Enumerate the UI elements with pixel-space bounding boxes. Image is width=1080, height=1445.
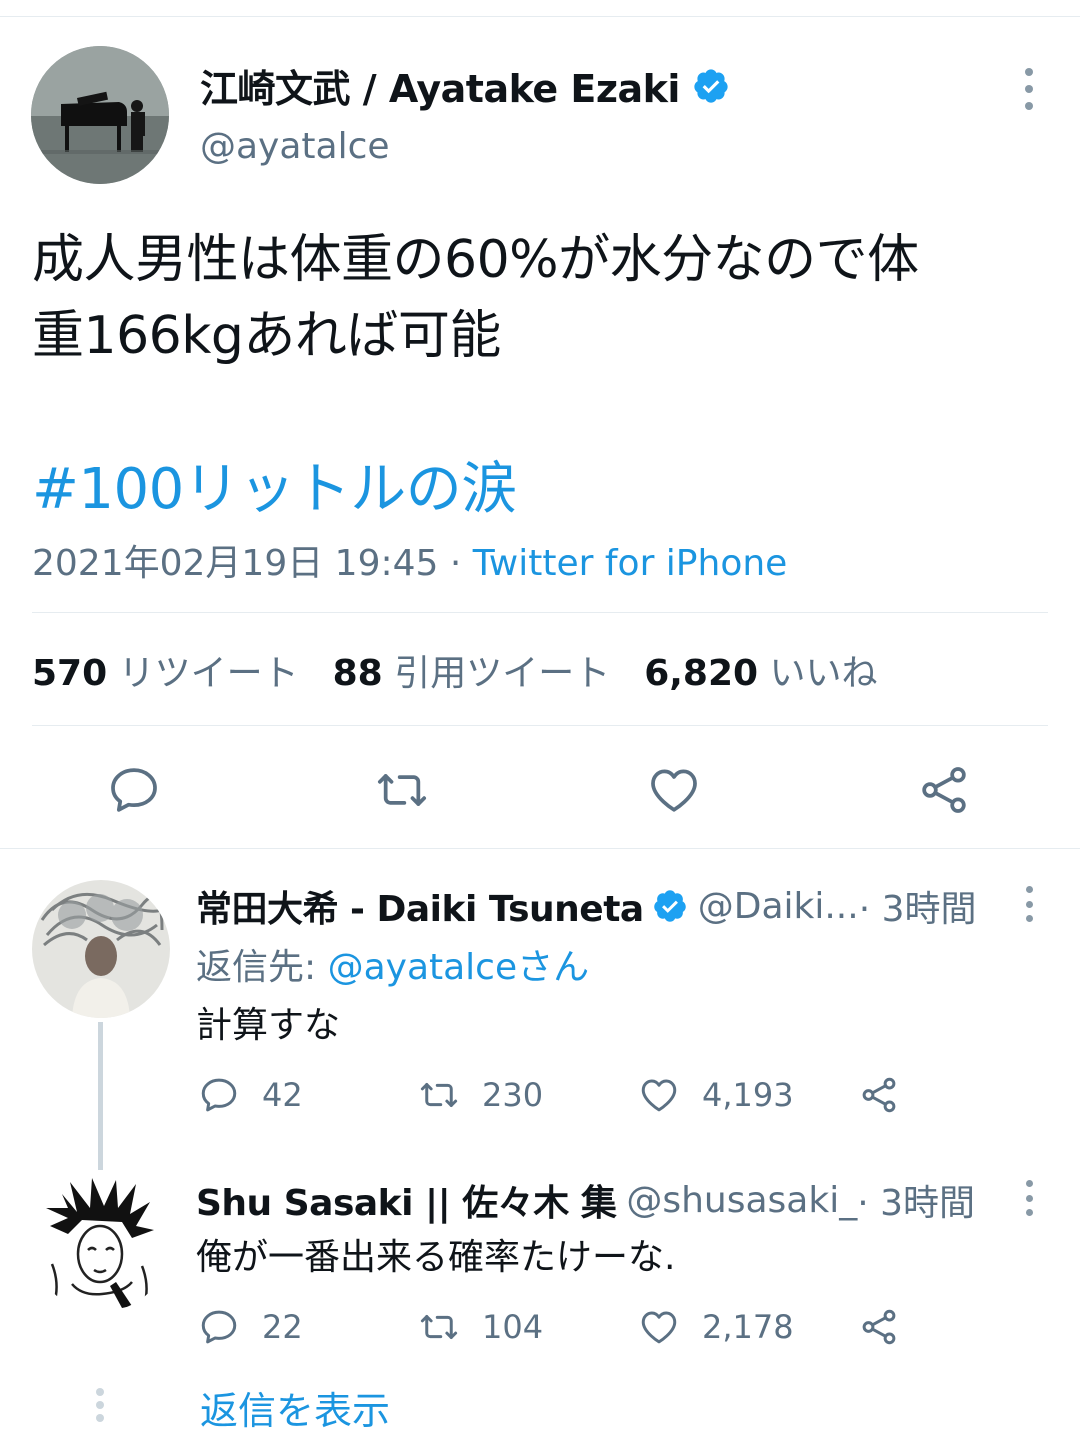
more-options-icon[interactable] [1014, 1178, 1044, 1218]
retweet-count: 230 [482, 1076, 544, 1114]
author-avatar[interactable] [31, 46, 169, 184]
divider [32, 725, 1048, 726]
reply-to-prefix: 返信先: [196, 947, 328, 988]
reply-action[interactable]: 42 [198, 1074, 303, 1116]
tweet-text: 成人男性は体重の60%が水分なので体 重166kgあれば可能 [32, 222, 1052, 374]
reply-icon [201, 1310, 237, 1344]
likes-stat[interactable]: 6,820 いいね [644, 644, 877, 696]
author-name-text[interactable]: 江崎文武 / Ayatake Ezaki [200, 58, 680, 113]
retweet-icon [420, 1315, 458, 1339]
retweet-icon[interactable] [374, 762, 430, 818]
show-replies-link[interactable]: 返信を表示 [200, 1380, 390, 1435]
reply-icon [201, 1078, 237, 1112]
share-action[interactable] [858, 1306, 922, 1348]
tweet-text-line: 重166kgあれば可能 [32, 306, 501, 366]
reply-count: 22 [262, 1308, 303, 1346]
tweet-source-link[interactable]: Twitter for iPhone [473, 543, 788, 584]
reply-text: 俺が一番出来る確率たけーな. [196, 1237, 676, 1278]
reply-header: 常田大希 - Daiki Tsuneta @Daiki... · 3時間 [196, 880, 976, 932]
hashtag-link[interactable]: #100リットルの涙 [32, 444, 517, 525]
reply-icon[interactable] [106, 762, 162, 818]
reply-text: 計算すな [196, 1005, 341, 1046]
quotes-stat[interactable]: 88 引用ツイート [333, 644, 611, 696]
verified-badge-icon [652, 888, 688, 924]
thread-line [98, 1022, 103, 1170]
top-divider [0, 16, 1080, 17]
thread-continuation-dots [95, 1388, 105, 1422]
like-count: 2,178 [702, 1308, 794, 1346]
tweet-meta: 2021年02月19日 19:45 · Twitter for iPhone [32, 534, 787, 586]
reply-count: 42 [262, 1076, 303, 1114]
tweet-text-line: 成人男性は体重の60%が水分なので体 [32, 230, 919, 290]
reply-header: Shu Sasaki || 佐々木 集 @shusasaki_ · 3時間 [196, 1174, 975, 1226]
retweets-stat[interactable]: 570 リツイート [32, 644, 299, 696]
more-options-icon[interactable] [1014, 884, 1044, 924]
like-icon[interactable] [646, 762, 702, 818]
reply-to: 返信先: @ayatalceさん [196, 938, 589, 990]
reply-avatar[interactable] [32, 880, 170, 1018]
like-icon [641, 1079, 677, 1112]
reply-author-name[interactable]: Shu Sasaki || 佐々木 集 [196, 1174, 617, 1226]
reply-time: · 3時間 [857, 1183, 976, 1224]
like-action[interactable]: 2,178 [638, 1306, 794, 1348]
share-icon[interactable] [916, 762, 972, 818]
reply-author-handle[interactable]: @Daiki... [698, 886, 859, 927]
tweet-stats: 570 リツイート 88 引用ツイート 6,820 いいね [32, 644, 878, 696]
more-options-icon[interactable] [1012, 64, 1046, 114]
retweet-action[interactable]: 230 [418, 1074, 543, 1116]
verified-badge-icon [692, 67, 730, 105]
share-icon [862, 1309, 896, 1345]
retweet-icon [420, 1083, 458, 1107]
like-count: 4,193 [702, 1076, 794, 1114]
share-icon [862, 1077, 896, 1113]
share-action[interactable] [858, 1074, 922, 1116]
retweet-action[interactable]: 104 [418, 1306, 543, 1348]
retweet-count: 104 [482, 1308, 544, 1346]
reply-to-handle-link[interactable]: @ayatalceさん [328, 947, 590, 988]
reply-time: · 3時間 [858, 889, 977, 930]
author-name[interactable]: 江崎文武 / Ayatake Ezaki [200, 58, 730, 113]
reply-author-handle[interactable]: @shusasaki_ [626, 1180, 857, 1221]
reply-action[interactable]: 22 [198, 1306, 303, 1348]
divider [0, 848, 1080, 849]
divider [32, 612, 1048, 613]
tweet-timestamp[interactable]: 2021年02月19日 19:45 · [32, 543, 473, 584]
like-action[interactable]: 4,193 [638, 1074, 794, 1116]
author-handle[interactable]: @ayatalce [200, 126, 390, 167]
reply-avatar[interactable] [32, 1174, 170, 1312]
like-icon [641, 1311, 677, 1344]
reply-author-name[interactable]: 常田大希 - Daiki Tsuneta [196, 880, 644, 932]
